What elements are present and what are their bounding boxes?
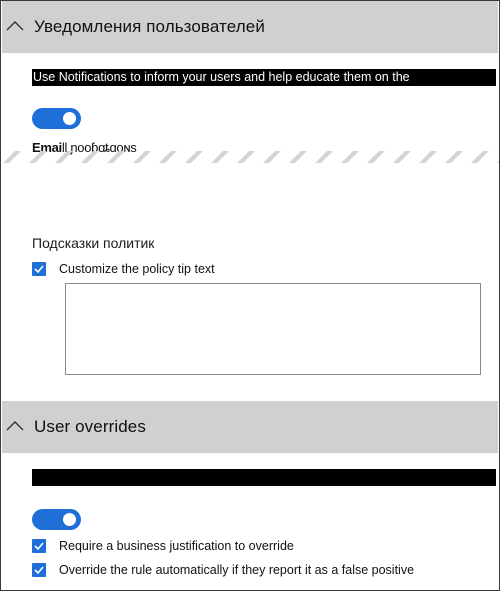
chevron-up-icon[interactable] (2, 1, 34, 53)
overrides-section-title: User overrides (34, 417, 146, 436)
policy-tip-textarea[interactable] (65, 283, 481, 375)
customize-policy-tip-label: Customize the policy tip text (59, 262, 215, 276)
checkmark-icon (34, 265, 44, 274)
overrides-section-header[interactable]: User overrides (2, 401, 498, 453)
notifications-section-header[interactable]: Уведомления пользователей (2, 1, 498, 53)
torn-edge-divider (1, 143, 499, 167)
customize-policy-tip-row[interactable]: Customize the policy tip text (32, 262, 215, 276)
auto-override-false-positive-checkbox[interactable] (32, 563, 46, 577)
require-justification-label: Require a business justification to over… (59, 539, 294, 553)
chevron-up-icon[interactable] (2, 401, 34, 453)
auto-override-false-positive-label: Override the rule automatically if they … (59, 563, 415, 577)
notifications-toggle[interactable] (32, 108, 81, 129)
toggle-knob (63, 513, 76, 526)
overrides-toggle[interactable] (32, 509, 81, 530)
require-justification-checkbox[interactable] (32, 539, 46, 553)
toggle-knob (63, 112, 76, 125)
checkmark-icon (34, 566, 44, 575)
policy-tips-heading: Подсказки политик (32, 235, 155, 251)
notifications-description: Use Notifications to inform your users a… (32, 69, 496, 86)
policy-settings-panel: Уведомления пользователей Use Notificati… (0, 0, 500, 591)
override-option-row[interactable]: Require a business justification to over… (32, 539, 294, 553)
overrides-description (32, 469, 496, 486)
override-option-row[interactable]: Override the rule automatically if they … (32, 563, 414, 577)
notifications-section-title: Уведомления пользователей (34, 17, 265, 36)
customize-policy-tip-checkbox[interactable] (32, 262, 46, 276)
checkmark-icon (34, 542, 44, 551)
